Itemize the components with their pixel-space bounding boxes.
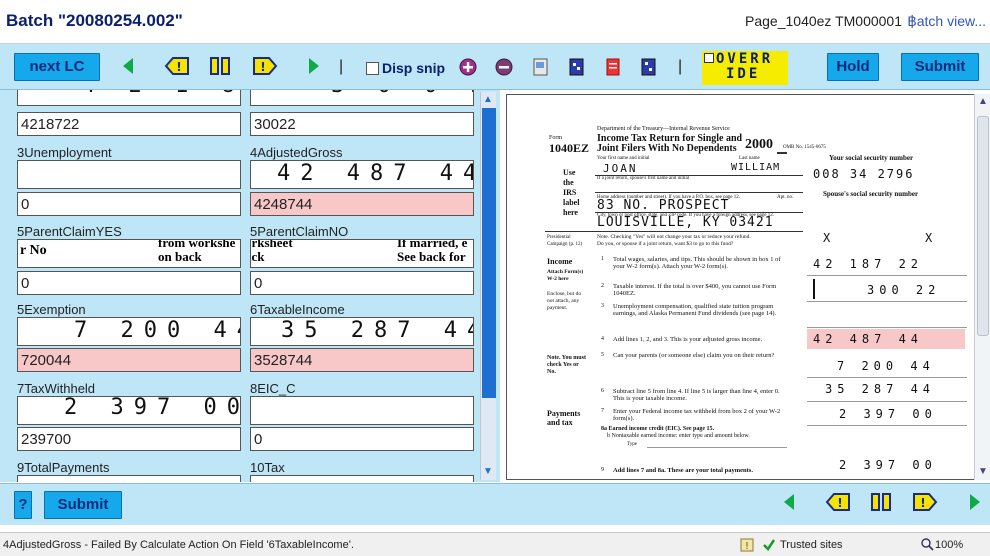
status-bar: 4AdjustedGross - Failed By Calculate Act… xyxy=(0,532,990,556)
field-panel: 4 2 1 8 7 2 2 4218722 3 0 0 2 2 30022 3U… xyxy=(0,90,500,482)
override-box[interactable] xyxy=(704,53,714,63)
field-2-input[interactable]: 30022 xyxy=(250,112,474,136)
help-button[interactable]: ? xyxy=(14,491,32,519)
last-icon[interactable] xyxy=(302,55,324,77)
exemption-input[interactable]: 720044 xyxy=(17,348,241,372)
zoom-in-icon[interactable] xyxy=(457,56,479,78)
override-checkbox[interactable]: OVERR IDE xyxy=(702,51,788,85)
hold-button[interactable]: Hold xyxy=(827,53,879,81)
field-label-parent-claim-yes: 5ParentClaimYES xyxy=(17,224,122,239)
disp-snip-label: Disp snip xyxy=(382,60,446,76)
field-snip: 42 487 44 xyxy=(250,160,474,189)
field-label-total-payments: 9TotalPayments xyxy=(17,460,110,475)
svg-text:!: ! xyxy=(920,496,925,510)
disp-snip-checkbox[interactable]: Disp snip xyxy=(366,60,445,76)
doc-scroll-up-icon[interactable]: ▲ xyxy=(978,96,988,107)
status-message: 4AdjustedGross - Failed By Calculate Act… xyxy=(3,539,354,551)
disp-snip-box[interactable] xyxy=(366,62,379,75)
field-snip: 2 397 00 xyxy=(17,396,241,425)
warning-icon: ! xyxy=(740,538,754,552)
submit-button-top[interactable]: Submit xyxy=(901,53,979,81)
rotate-icon[interactable] xyxy=(638,56,660,78)
svg-text:!: ! xyxy=(837,496,842,510)
field-snip: orksheetack If married, eSee back for e xyxy=(250,239,474,268)
override-label-2: IDE xyxy=(726,66,761,82)
image-icon[interactable] xyxy=(530,56,552,78)
first-icon[interactable] xyxy=(118,55,140,77)
field-1-input[interactable]: 4218722 xyxy=(17,112,241,136)
doc-scroll-thumb[interactable] xyxy=(977,116,989,336)
field-snip xyxy=(250,475,474,482)
field-label-tax: 10Tax xyxy=(250,460,285,475)
field-snip: r No from workshe on back xyxy=(17,239,241,268)
field-snip: 3 0 0 2 2 xyxy=(250,90,474,106)
field-panel-scrollbar[interactable]: ▲ ▼ xyxy=(480,92,496,480)
field-label-tax-withheld: 7TaxWithheld xyxy=(17,381,96,396)
next-flag-icon-bottom[interactable]: ! xyxy=(912,491,938,513)
svg-text:!: ! xyxy=(176,60,181,74)
zoom-out-icon[interactable] xyxy=(493,56,515,78)
next-lc-button[interactable]: next LC xyxy=(14,53,100,81)
override-label-1: OVERR xyxy=(716,51,774,67)
toolbar-separator: | xyxy=(339,58,344,75)
parent-claim-no-input[interactable]: 0 xyxy=(250,271,474,295)
next-flag-icon[interactable]: ! xyxy=(252,55,278,77)
adjusted-gross-input[interactable]: 4248744 xyxy=(250,192,474,216)
pause-icon[interactable] xyxy=(209,55,231,77)
doc-scroll-down-icon[interactable]: ▼ xyxy=(978,466,988,477)
page-info: Page_1040ez TM000001 xyxy=(745,13,902,29)
batch-title: Batch "20080254.002" xyxy=(6,11,183,30)
field-label-eic-c: 8EIC_C xyxy=(250,381,296,396)
field-label-unemployment: 3Unemployment xyxy=(17,145,112,160)
zoom-level[interactable]: 100% xyxy=(935,539,963,551)
field-label-taxable-income: 6TaxableIncome xyxy=(250,302,345,317)
field-snip xyxy=(17,475,241,482)
fit-width-icon[interactable] xyxy=(602,56,624,78)
scroll-up-icon[interactable]: ▲ xyxy=(483,94,493,105)
document-scrollbar[interactable]: ▲ ▼ xyxy=(974,94,990,480)
zoom-icon[interactable] xyxy=(921,538,934,551)
field-label-adjusted-gross: 4AdjustedGross xyxy=(250,145,343,160)
last-icon-bottom[interactable] xyxy=(963,491,985,513)
submit-button-bottom[interactable]: Submit xyxy=(44,491,122,519)
scroll-down-icon[interactable]: ▼ xyxy=(483,466,493,477)
first-icon-bottom[interactable] xyxy=(779,491,801,513)
field-label-parent-claim-no: 5ParentClaimNO xyxy=(250,224,349,239)
field-snip xyxy=(17,160,241,189)
svg-text:!: ! xyxy=(260,60,265,74)
pause-icon-bottom[interactable] xyxy=(870,491,892,513)
trusted-sites-label: Trusted sites xyxy=(780,539,843,551)
taxable-income-input[interactable]: 3528744 xyxy=(250,348,474,372)
field-snip: 35 287 44 xyxy=(250,317,474,346)
eic-c-input[interactable]: 0 xyxy=(250,427,474,451)
field-snip: 7 200 44 xyxy=(17,317,241,346)
previous-flag-icon-bottom[interactable]: ! xyxy=(825,491,851,513)
scroll-thumb[interactable] xyxy=(482,108,496,398)
previous-flag-icon[interactable]: ! xyxy=(164,55,190,77)
field-snip xyxy=(250,396,474,425)
field-snip: 4 2 1 8 7 2 2 xyxy=(17,90,241,106)
batch-view-link[interactable]: Batch view... xyxy=(907,13,986,29)
toolbar-separator-2: | xyxy=(678,58,683,75)
parent-claim-yes-input[interactable]: 0 xyxy=(17,271,241,295)
fit-page-icon[interactable] xyxy=(566,56,588,78)
tax-withheld-input[interactable]: 239700 xyxy=(17,427,241,451)
title-bar: Batch "20080254.002" Page_1040ez TM00000… xyxy=(0,0,990,44)
checkmark-icon xyxy=(763,539,776,551)
field-label-exemption: 5Exemption xyxy=(17,302,86,317)
document-image: Department of the Treasury—Internal Reve… xyxy=(506,94,990,480)
unemployment-input[interactable]: 0 xyxy=(17,192,241,216)
svg-text:!: ! xyxy=(745,541,749,552)
